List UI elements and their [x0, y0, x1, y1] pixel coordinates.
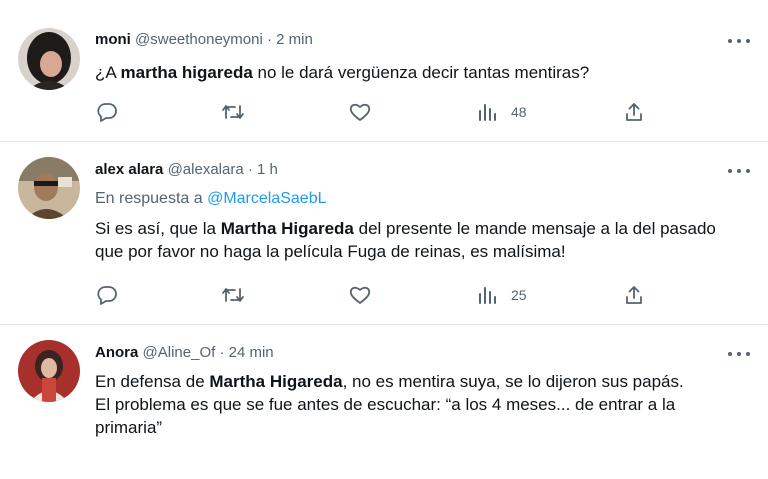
tweet-text-line: El problema es que se fue antes de escuc… — [95, 395, 676, 437]
highlighted-term: Martha Higareda — [209, 372, 343, 391]
retweet-button[interactable] — [221, 102, 245, 122]
retweet-icon — [222, 288, 244, 302]
reply-button[interactable] — [96, 102, 118, 122]
tweet[interactable]: Anora @Aline_Of · 24 min En defensa de M… — [0, 325, 768, 479]
reply-icon — [97, 103, 117, 122]
author-name[interactable]: moni — [95, 31, 131, 48]
more-options-icon[interactable] — [728, 32, 750, 50]
views-button[interactable]: 48 — [477, 102, 527, 122]
share-button[interactable] — [624, 102, 644, 122]
reply-icon — [97, 286, 117, 305]
views-icon — [479, 104, 496, 121]
more-options-icon[interactable] — [728, 162, 750, 180]
tweet-text: Si es así, que la Martha Higareda del pr… — [95, 219, 716, 261]
tweet-text: ¿A martha higareda no le dará vergüenza … — [95, 63, 590, 82]
views-count: 25 — [511, 287, 527, 303]
author-handle[interactable]: @sweethoneymoni — [135, 31, 263, 48]
highlighted-term: martha higareda — [120, 63, 253, 82]
tweet[interactable]: moni @sweethoneymoni · 2 min ¿A martha h… — [0, 0, 768, 140]
mention-link[interactable]: @MarcelaSaebL — [207, 190, 326, 207]
tweet-timestamp[interactable]: · 1 h — [248, 161, 278, 178]
avatar[interactable] — [18, 157, 80, 219]
tweet-header: moni @sweethoneymoni · 2 min — [95, 30, 395, 50]
share-button[interactable] — [624, 285, 644, 305]
tweet-timestamp[interactable]: · 2 min — [267, 31, 313, 48]
more-options-icon[interactable] — [728, 345, 750, 363]
like-button[interactable] — [349, 285, 371, 305]
views-icon — [479, 287, 496, 304]
like-icon — [349, 103, 371, 121]
author-handle[interactable]: @alexalara — [168, 161, 244, 178]
like-button[interactable] — [349, 102, 371, 122]
reply-button[interactable] — [96, 285, 118, 305]
retweet-icon — [222, 105, 244, 119]
tweet-header: Anora @Aline_Of · 24 min — [95, 343, 375, 363]
author-name[interactable]: alex alara — [95, 161, 163, 178]
avatar[interactable] — [18, 28, 80, 90]
views-count: 48 — [511, 104, 527, 120]
replying-to: En respuesta a @MarcelaSaebL — [95, 190, 327, 207]
retweet-button[interactable] — [221, 285, 245, 305]
share-icon — [626, 103, 642, 121]
tweet-header: alex alara @alexalara · 1 h — [95, 160, 435, 180]
author-name[interactable]: Anora — [95, 344, 138, 361]
tweet-timestamp[interactable]: · 24 min — [219, 344, 273, 361]
highlighted-term: Martha Higareda — [220, 219, 354, 238]
avatar[interactable] — [18, 340, 80, 402]
views-button[interactable]: 25 — [477, 285, 527, 305]
tweet-text: En defensa de Martha Higareda, no es men… — [95, 370, 745, 439]
author-handle[interactable]: @Aline_Of — [143, 344, 216, 361]
share-icon — [626, 286, 642, 304]
like-icon — [349, 286, 371, 304]
tweet[interactable]: alex alara @alexalara · 1 h En respuesta… — [0, 142, 768, 322]
